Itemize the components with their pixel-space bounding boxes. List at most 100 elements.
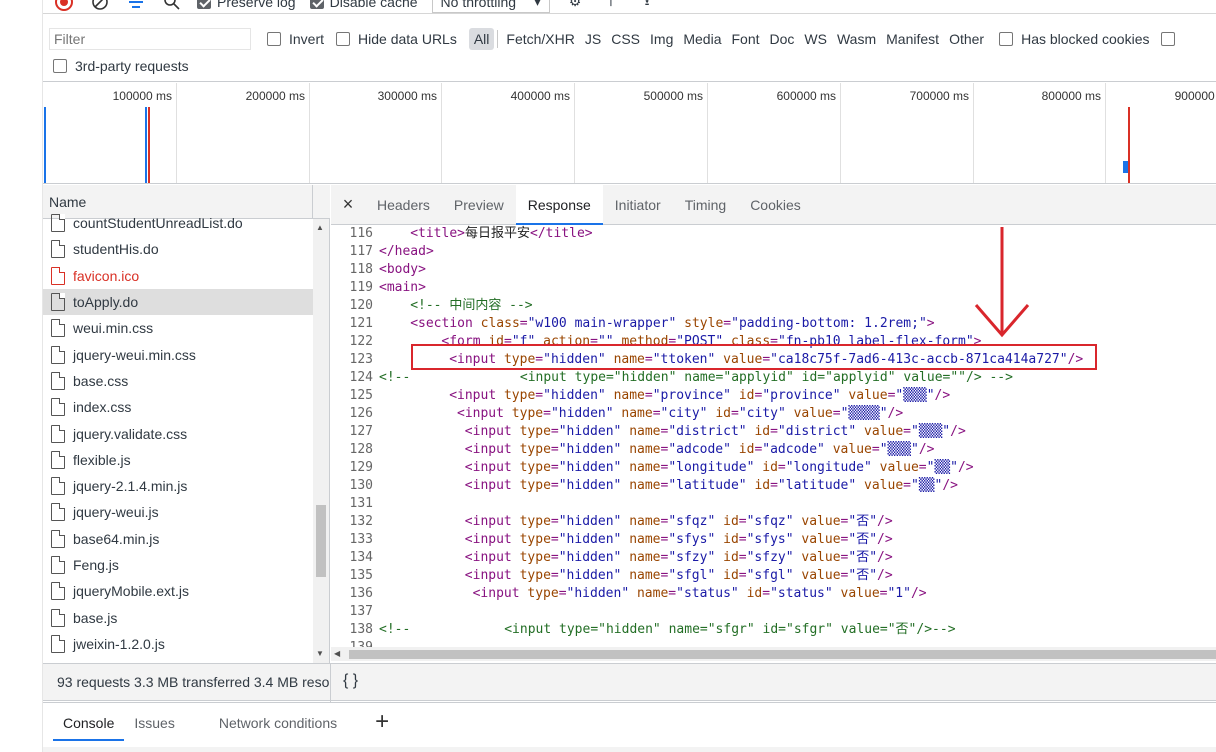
status-divider xyxy=(330,664,331,702)
request-row[interactable]: index.css xyxy=(43,394,313,420)
checkbox-checked-icon xyxy=(309,0,324,9)
filter-type-media[interactable]: Media xyxy=(678,28,726,50)
filter-type-other[interactable]: Other xyxy=(944,28,989,50)
has-blocked-cookies-checkbox[interactable]: Has blocked cookies xyxy=(999,31,1149,47)
preserve-log-checkbox[interactable]: Preserve log xyxy=(197,0,296,10)
checkbox-icon xyxy=(336,32,351,46)
clear-icon[interactable] xyxy=(89,0,111,13)
network-settings-icon[interactable]: ⚙ xyxy=(564,0,586,13)
scroll-up-icon[interactable]: ▲ xyxy=(316,223,324,232)
filter-type-all[interactable]: All xyxy=(468,28,495,50)
line-number: 133 xyxy=(349,532,373,547)
tab-cookies[interactable]: Cookies xyxy=(738,185,813,224)
code-text: <input type="hidden" name="adcode" id="a… xyxy=(464,442,935,457)
request-row[interactable]: flexible.js xyxy=(43,447,313,473)
request-row[interactable]: base.css xyxy=(43,368,313,394)
filter-type-font[interactable]: Font xyxy=(727,28,765,50)
checkbox-icon xyxy=(999,32,1014,46)
tab-initiator[interactable]: Initiator xyxy=(603,185,673,224)
request-name: countStudentUnreadList.do xyxy=(73,215,243,232)
request-row[interactable]: base64.min.js xyxy=(43,526,313,552)
line-number: 118 xyxy=(349,262,373,277)
close-icon[interactable]: × xyxy=(331,194,365,215)
invert-label: Invert xyxy=(289,31,325,47)
request-row[interactable]: favicon.ico xyxy=(43,263,313,289)
request-row[interactable]: jquery-weui.js xyxy=(43,499,313,525)
invert-checkbox[interactable]: Invert xyxy=(267,31,324,47)
request-row[interactable]: jquery.validate.css xyxy=(43,420,313,446)
code-line: 126 <input type="hidden" name="city" id="… xyxy=(331,405,1216,423)
request-row[interactable]: base.js xyxy=(43,604,313,630)
search-icon[interactable] xyxy=(161,0,183,13)
request-name: jquery-2.1.4.min.js xyxy=(73,478,188,495)
disable-cache-checkbox[interactable]: Disable cache xyxy=(309,0,418,10)
tab-headers[interactable]: Headers xyxy=(365,185,442,224)
tab-preview[interactable]: Preview xyxy=(442,185,516,224)
request-name: jquery-weui.js xyxy=(73,504,159,521)
filter-type-manifest[interactable]: Manifest xyxy=(881,28,944,50)
request-row[interactable]: jqueryMobile.ext.js xyxy=(43,578,313,604)
import-har-icon[interactable]: ⭡ xyxy=(600,0,622,13)
request-row[interactable]: jquery-2.1.4.min.js xyxy=(43,473,313,499)
third-party-checkbox[interactable]: 3rd-party requests xyxy=(53,58,189,74)
code-line: 134 <input type="hidden" name="sfzy" id="… xyxy=(331,549,1216,567)
request-row[interactable]: jweixin-1.2.0.js xyxy=(43,631,313,654)
drawer-tab-issues[interactable]: Issues xyxy=(124,703,184,741)
pretty-print-button[interactable]: { } xyxy=(343,672,358,690)
drawer: Console Issues Network conditions + xyxy=(43,702,1216,752)
code-text: <main> xyxy=(379,280,426,295)
export-har-icon[interactable]: ⭳ xyxy=(636,0,658,13)
tab-timing[interactable]: Timing xyxy=(673,185,739,224)
request-row[interactable]: weui.min.css xyxy=(43,315,313,341)
filter-type-wasm[interactable]: Wasm xyxy=(832,28,881,50)
timeline-tick-label: 600000 ms xyxy=(776,89,836,103)
request-row[interactable]: Feng.js xyxy=(43,552,313,578)
file-icon xyxy=(51,529,65,548)
detail-tabs: × Headers Preview Response Initiator Timing C… xyxy=(331,184,1216,225)
throttling-select[interactable]: No throttling ▾ xyxy=(431,0,551,13)
line-number: 131 xyxy=(349,496,373,511)
request-name: base64.min.js xyxy=(73,530,160,547)
file-icon xyxy=(51,634,65,653)
annotation-down-arrow-icon xyxy=(974,227,1030,338)
filter-options: Invert Hide data URLs All Fetch/XHR JS CSS I… xyxy=(267,28,1176,50)
scrollbar-thumb[interactable] xyxy=(349,650,1216,659)
overview-waterfall-bar xyxy=(145,107,147,183)
line-number: 134 xyxy=(349,550,373,565)
request-row[interactable]: countStudentUnreadList.do xyxy=(43,210,313,236)
request-row[interactable]: jquery-weui.min.css xyxy=(43,341,313,367)
filter-icon[interactable] xyxy=(125,0,147,13)
filter-type-img[interactable]: Img xyxy=(645,28,678,50)
scroll-down-icon[interactable]: ▼ xyxy=(316,649,324,658)
timeline-overview[interactable]: 100000 ms 200000 ms 300000 ms 400000 ms 5000… xyxy=(43,83,1216,184)
request-row[interactable]: toApply.do xyxy=(43,288,313,316)
code-line: 122 <form id="f" action="" method="POST" … xyxy=(331,333,1216,351)
drawer-tab-console[interactable]: Console xyxy=(53,703,125,741)
line-number: 120 xyxy=(349,298,373,313)
drawer-tab-network-conditions[interactable]: Network conditions xyxy=(209,703,347,741)
response-horizontal-scrollbar[interactable]: ◀ xyxy=(331,647,1216,661)
scrollbar-thumb[interactable] xyxy=(316,505,326,577)
request-name: favicon.ico xyxy=(73,267,140,284)
record-icon[interactable] xyxy=(53,0,75,13)
checkbox-icon xyxy=(267,32,281,46)
scroll-left-icon[interactable]: ◀ xyxy=(334,649,340,658)
requests-scrollbar[interactable]: ▲ ▼ xyxy=(313,219,329,663)
code-text: <input type="hidden" name="sfzy" id="sfz… xyxy=(464,550,893,565)
tab-response[interactable]: Response xyxy=(515,184,603,225)
checkbox-icon[interactable] xyxy=(1161,32,1176,46)
add-tab-icon[interactable]: + xyxy=(347,708,389,736)
filter-type-js[interactable]: JS xyxy=(580,28,606,50)
filter-type-ws[interactable]: WS xyxy=(799,28,832,50)
filter-input[interactable] xyxy=(49,28,251,50)
code-line: 123 <input type="hidden" name="ttoken" va… xyxy=(331,351,1216,369)
hide-data-urls-checkbox[interactable]: Hide data URLs xyxy=(336,31,457,47)
response-source-view[interactable]: 116 <title>每日报平安</title> 117 </head> 118 <bod… xyxy=(331,225,1216,647)
timeline-gridline xyxy=(309,83,310,183)
filter-type-doc[interactable]: Doc xyxy=(765,28,800,50)
overview-waterfall-bar xyxy=(148,107,150,183)
filter-type-css[interactable]: CSS xyxy=(606,28,645,50)
request-row[interactable]: studentHis.do xyxy=(43,236,313,262)
code-line: 136 <input type="hidden" name="status" id… xyxy=(331,585,1216,603)
filter-type-fetch-xhr[interactable]: Fetch/XHR xyxy=(501,28,579,50)
